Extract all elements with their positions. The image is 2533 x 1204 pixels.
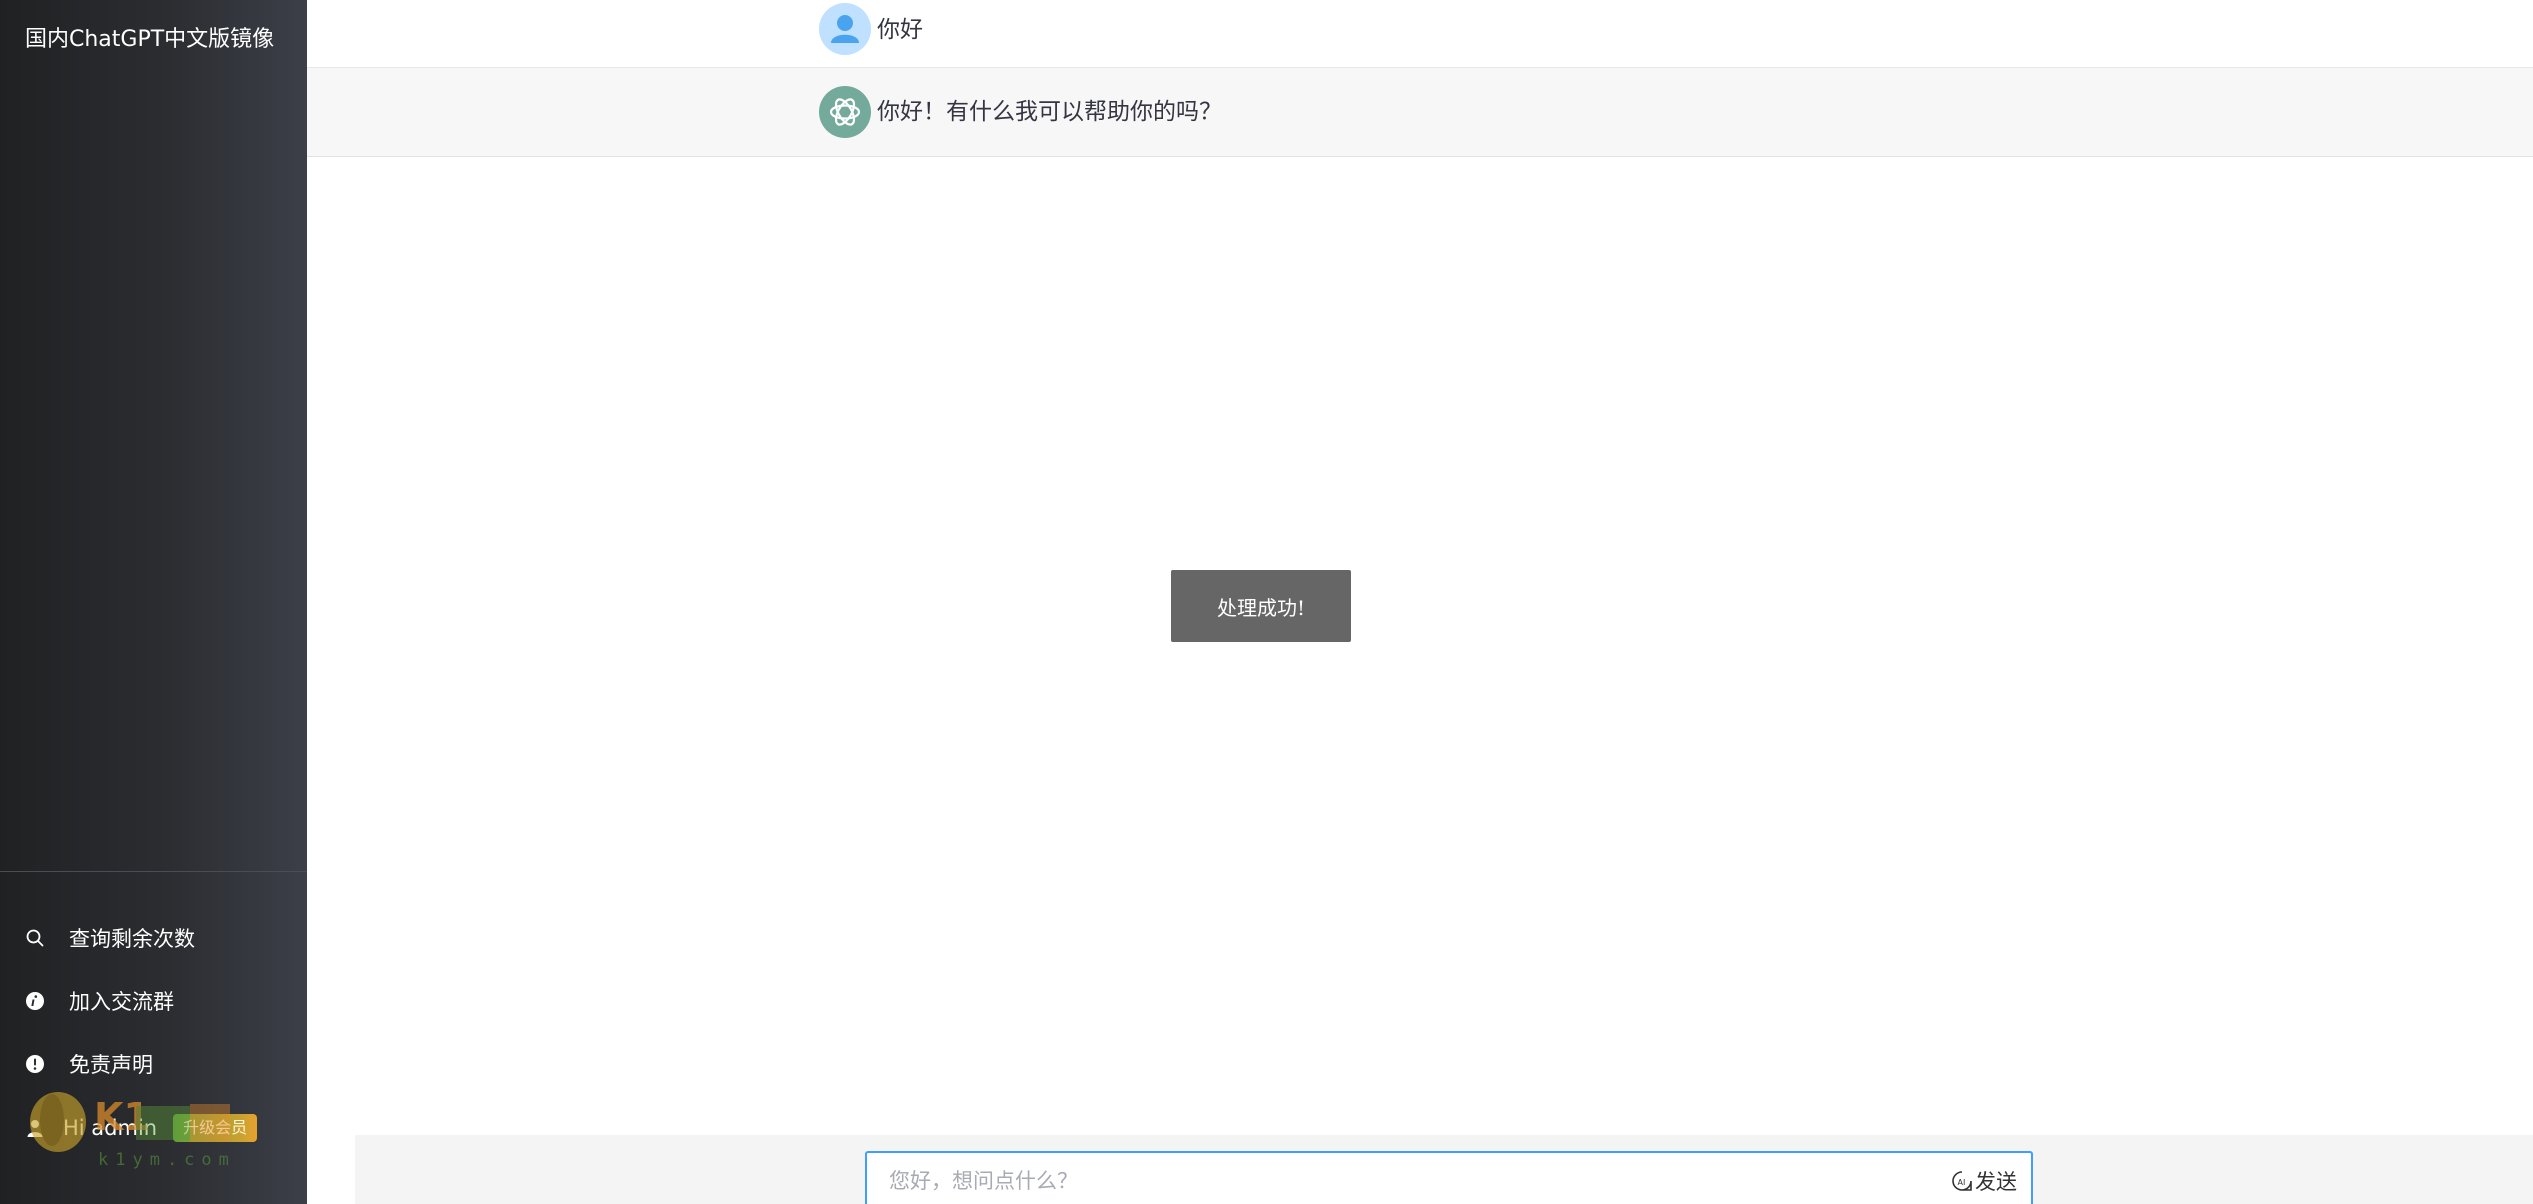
app-title: 国内ChatGPT中文版镜像	[25, 27, 275, 52]
sidebar-divider	[0, 871, 307, 872]
sidebar-item-label: 免责声明	[69, 1053, 153, 1077]
sidebar-item-label: 加入交流群	[69, 990, 174, 1014]
user-icon	[25, 1118, 45, 1138]
svg-text:AI: AI	[1958, 1178, 1966, 1187]
message-text: 你好！有什么我可以帮助你的吗？	[877, 99, 1222, 125]
ai-send-icon: AI	[1951, 1170, 1973, 1192]
chatgpt-logo-avatar	[819, 86, 871, 138]
sidebar: 国内ChatGPT中文版镜像 查询剩余次数 加入交流群 免责声明 Hi admi…	[0, 0, 307, 1204]
warning-icon	[25, 1054, 45, 1074]
search-icon	[25, 928, 45, 948]
sidebar-item-disclaimer[interactable]: 免责声明	[25, 1044, 153, 1084]
send-button-label: 发送	[1975, 1170, 2017, 1194]
sidebar-item-query-remaining[interactable]: 查询剩余次数	[25, 918, 195, 958]
composer-box: AI 发送	[865, 1151, 2033, 1204]
user-avatar	[819, 3, 871, 55]
openai-logo-icon	[829, 98, 861, 126]
message-text: 你好	[877, 17, 923, 43]
toast-notification: 处理成功!	[1171, 570, 1351, 642]
chat-main: 你好 你好！有什么我可以帮助你的吗？ 处理成功! 您好，想问点什么？ AI 发送	[307, 0, 2533, 1204]
user-greeting: Hi admin	[63, 1116, 158, 1140]
message-row-user: 你好	[307, 0, 2533, 68]
sidebar-item-label: 查询剩余次数	[69, 927, 195, 951]
info-icon	[25, 991, 45, 1011]
upgrade-badge[interactable]: 升级会员	[173, 1114, 258, 1142]
composer-bar: AI 发送	[355, 1135, 2533, 1204]
user-account[interactable]: Hi admin 升级会员	[25, 1108, 258, 1148]
send-button[interactable]: AI 发送	[1951, 1165, 2017, 1197]
watermark-domain: k1ym.com	[98, 1150, 236, 1170]
message-row-assistant: 你好！有什么我可以帮助你的吗？	[307, 68, 2533, 157]
app-root: 国内ChatGPT中文版镜像 查询剩余次数 加入交流群 免责声明 Hi admi…	[0, 0, 2533, 1204]
user-avatar-icon	[831, 15, 859, 43]
chat-input[interactable]	[887, 1163, 1891, 1199]
sidebar-item-join-group[interactable]: 加入交流群	[25, 981, 174, 1021]
